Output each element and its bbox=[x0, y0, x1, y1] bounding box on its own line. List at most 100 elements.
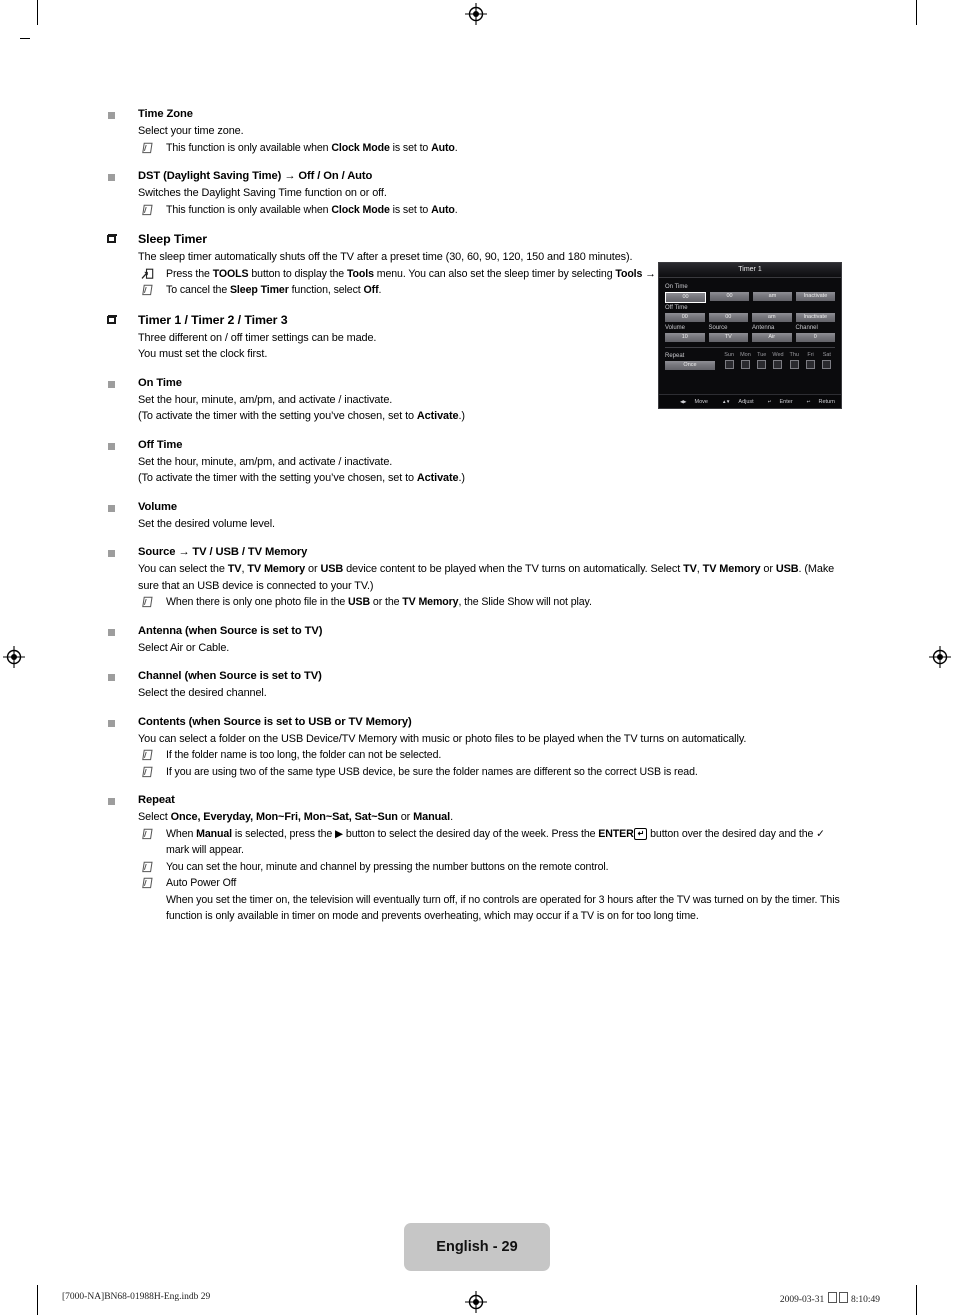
osd-off-time-row: 00 00 am Inactivate bbox=[665, 313, 835, 322]
osd-day-checkbox[interactable] bbox=[819, 360, 835, 369]
osd-hint-adjust: ▲▼ Adjust bbox=[715, 399, 754, 405]
section-heading: Channel (when Source is set to TV) bbox=[138, 670, 322, 682]
section-heading: Repeat bbox=[138, 794, 175, 806]
osd-antenna-label: Antenna bbox=[752, 325, 775, 331]
manual-page: Time Zone Select your time zone. This func… bbox=[0, 0, 954, 1315]
osd-source-value[interactable]: TV bbox=[708, 333, 748, 342]
osd-off-time-activate[interactable]: Inactivate bbox=[795, 313, 835, 322]
osd-repeat-label: Repeat bbox=[665, 353, 685, 359]
square-bullet-icon bbox=[108, 174, 115, 181]
osd-off-time-minute[interactable]: 00 bbox=[708, 313, 748, 322]
osd-volume-label: Volume bbox=[665, 325, 686, 331]
note-pencil-icon bbox=[141, 596, 154, 608]
square-bullet-icon bbox=[108, 442, 115, 450]
section-body-line: Select the desired channel. bbox=[138, 687, 267, 699]
section-body-line: You can select the TV, TV Memory or USB … bbox=[138, 563, 835, 592]
section-heading: Source → TV / USB / TV Memory bbox=[138, 546, 308, 558]
section-repeat: Repeat Select Once, Everyday, Mon~Fri, Mo… bbox=[108, 792, 848, 925]
osd-channel-value[interactable]: 0 bbox=[795, 333, 835, 342]
osd-hint-label: Adjust bbox=[738, 399, 754, 405]
osd-on-time-activate[interactable]: Inactivate bbox=[796, 292, 835, 301]
square-bullet-icon bbox=[108, 719, 115, 727]
section-body-line: Switches the Daylight Saving Time functi… bbox=[138, 187, 387, 199]
section-body-line: (To activate the timer with the setting … bbox=[138, 410, 465, 422]
osd-hint-return: ↩ Return bbox=[800, 399, 835, 405]
osd-footer-hints: ◀▶ Move ▲▼ Adjust ↵ Enter ↩ Return bbox=[659, 394, 841, 408]
return-arrow-icon: ↩ bbox=[806, 399, 811, 404]
osd-day-checkbox[interactable] bbox=[721, 360, 737, 369]
osd-day-name: Mon bbox=[740, 352, 751, 358]
crop-mark-bottom-right-vertical bbox=[916, 1285, 917, 1315]
osd-day-checkbox[interactable] bbox=[737, 360, 753, 369]
section-contents: Contents (when Source is set to USB or T… bbox=[108, 714, 848, 781]
open-square-bullet-icon bbox=[107, 314, 117, 324]
section-body-line: Select Air or Cable. bbox=[138, 641, 230, 654]
note-text: Auto Power Off When you set the timer on,… bbox=[166, 877, 840, 922]
osd-day-checkbox[interactable] bbox=[754, 360, 770, 369]
osd-repeat-value[interactable]: Once bbox=[665, 361, 715, 370]
osd-off-time-hour[interactable]: 00 bbox=[665, 313, 705, 322]
page-number-badge: English - 29 bbox=[404, 1223, 550, 1271]
square-bullet-icon bbox=[108, 674, 115, 681]
registration-mark-right bbox=[929, 646, 951, 668]
osd-day-name: Wed bbox=[772, 352, 784, 358]
square-bullet-icon bbox=[108, 798, 115, 805]
note-text: This function is only available when Clo… bbox=[166, 141, 458, 154]
note-text: This function is only available when Clo… bbox=[166, 203, 458, 216]
osd-day-checkbox[interactable] bbox=[770, 360, 786, 369]
note-text: Press the TOOLS button to display the To… bbox=[166, 267, 720, 280]
section-body-line: You can select a folder on the USB Devic… bbox=[138, 732, 747, 745]
osd-hint-label: Return bbox=[818, 399, 835, 405]
section-body-line: Select Once, Everyday, Mon~Fri, Mon~Sat,… bbox=[138, 811, 453, 823]
osd-hint-label: Move bbox=[694, 399, 708, 405]
note-pencil-icon bbox=[141, 877, 154, 889]
crop-mark-top-left-vertical bbox=[37, 0, 38, 25]
osd-day-name: Sun bbox=[724, 352, 735, 358]
note-pencil-icon bbox=[141, 142, 154, 154]
section-body-line: Select your time zone. bbox=[138, 125, 244, 137]
enter-key-icon: ↵ bbox=[767, 399, 772, 404]
osd-on-time-label: On Time bbox=[665, 284, 688, 290]
square-bullet-icon bbox=[108, 504, 115, 512]
section-body-line: Set the desired volume level. bbox=[138, 517, 275, 530]
section-note: You can set the hour, minute and channel… bbox=[108, 859, 848, 876]
registration-mark-left bbox=[3, 646, 25, 668]
note-pencil-icon bbox=[141, 861, 154, 873]
note-pencil-icon bbox=[141, 828, 154, 840]
note-pencil-icon bbox=[141, 749, 154, 761]
osd-quad-row: Volume 10 Source TV Antenna Air Channel … bbox=[665, 322, 835, 342]
section-note: When Manual is selected, press the ▶ but… bbox=[108, 826, 848, 859]
osd-off-time-label: Off Time bbox=[665, 305, 688, 311]
tools-shortcut-icon bbox=[141, 268, 154, 280]
osd-screenshot-timer1: Timer 1 On Time 00 00 am Inactivate Off … bbox=[658, 262, 842, 409]
osd-day-name: Tue bbox=[757, 352, 767, 358]
osd-divider bbox=[665, 347, 835, 348]
manual-body: Time Zone Select your time zone. This func… bbox=[107, 106, 848, 937]
crop-mark-top-left-horizontal bbox=[20, 38, 30, 39]
osd-title: Timer 1 bbox=[659, 263, 841, 278]
osd-on-time-hour[interactable]: 00 bbox=[665, 292, 706, 303]
missing-glyph-icon bbox=[827, 1292, 837, 1303]
osd-channel-label: Channel bbox=[795, 325, 818, 331]
section-antenna: Antenna (when Source is set to TV) Select… bbox=[108, 623, 848, 657]
osd-off-time-ampm[interactable]: am bbox=[752, 313, 792, 322]
osd-day-checkbox[interactable] bbox=[802, 360, 818, 369]
osd-on-time-minute[interactable]: 00 bbox=[710, 292, 749, 301]
square-bullet-icon bbox=[108, 380, 115, 388]
osd-volume-value[interactable]: 10 bbox=[665, 333, 705, 342]
osd-day-checkboxes bbox=[721, 360, 835, 369]
osd-on-time-row: 00 00 am Inactivate bbox=[665, 292, 835, 303]
section-heading: Sleep Timer bbox=[138, 232, 207, 246]
section-off-time: Off Time Set the hour, minute, am/pm, and… bbox=[108, 437, 848, 487]
crop-mark-bottom-left-vertical bbox=[37, 1285, 38, 1315]
print-footer-date: 2009-03-31 bbox=[779, 1295, 825, 1305]
osd-day-name: Sat bbox=[822, 352, 831, 358]
section-heading: DST (Daylight Saving Time) → Off / On / … bbox=[138, 170, 373, 182]
osd-day-checkbox[interactable] bbox=[786, 360, 802, 369]
note-text: When there is only one photo file in the… bbox=[166, 596, 592, 608]
osd-day-name: Thu bbox=[789, 352, 799, 358]
osd-antenna-value[interactable]: Air bbox=[752, 333, 792, 342]
osd-on-time-ampm[interactable]: am bbox=[753, 292, 792, 301]
section-dst: DST (Daylight Saving Time) → Off / On / … bbox=[108, 168, 848, 218]
open-square-bullet-icon bbox=[107, 234, 117, 243]
